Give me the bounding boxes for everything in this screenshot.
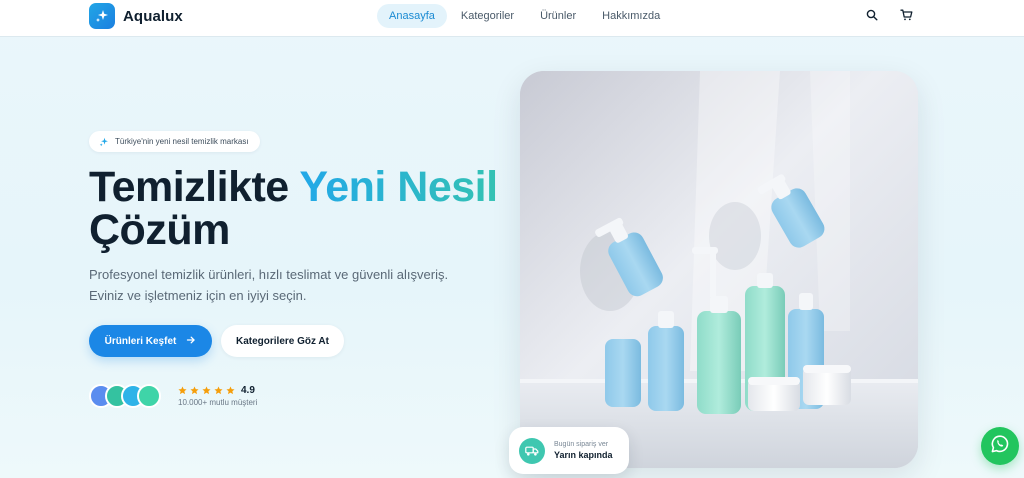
- hero-product-image: [520, 71, 918, 468]
- headline-highlight: Yeni Nesil: [299, 163, 498, 211]
- social-proof: 4.9 10.000+ mutlu müşteri: [89, 383, 257, 409]
- truck-icon: [519, 437, 545, 464]
- headline-part-2: Çözüm: [89, 206, 230, 254]
- subtitle-line-1: Profesyonel temizlik ürünleri, hızlı tes…: [89, 267, 449, 282]
- hero-subtitle: Profesyonel temizlik ürünleri, hızlı tes…: [89, 264, 489, 306]
- nav-item-hakkimizda[interactable]: Hakkımızda: [590, 4, 672, 28]
- rating-stars: [178, 386, 235, 395]
- hero-badge: Türkiye'nin yeni nesil temizlik markası: [89, 131, 260, 152]
- delivery-label: Bugün sipariş ver: [554, 441, 609, 448]
- star-icon: [202, 386, 211, 395]
- main-nav: Anasayfa Kategoriler Ürünler Hakkımızda: [377, 4, 672, 28]
- delivery-text: Bugün sipariş ver Yarın kapında: [554, 441, 613, 460]
- avatar: [137, 384, 161, 408]
- nav-item-anasayfa[interactable]: Anasayfa: [377, 4, 447, 28]
- headline-part-1: Temizlikte: [89, 163, 300, 211]
- explore-products-button[interactable]: Ürünleri Keşfet: [89, 325, 212, 357]
- sparkle-icon: [99, 132, 109, 151]
- star-icon: [178, 386, 187, 395]
- star-icon: [214, 386, 223, 395]
- brand-name: Aqualux: [123, 7, 183, 25]
- whatsapp-icon: [990, 434, 1010, 458]
- search-icon[interactable]: [864, 7, 880, 23]
- site-header: Aqualux Anasayfa Kategoriler Ürünler Hak…: [0, 0, 1024, 36]
- header-actions: [864, 7, 914, 23]
- hero-headline: Temizlikte Yeni Nesil Çözüm: [89, 166, 498, 252]
- cart-icon[interactable]: [898, 7, 914, 23]
- rating-block: 4.9 10.000+ mutlu müşteri: [178, 385, 257, 407]
- nav-item-urunler[interactable]: Ürünler: [528, 4, 588, 28]
- nav-item-kategoriler[interactable]: Kategoriler: [449, 4, 526, 28]
- delivery-card: Bugün sipariş ver Yarın kapında: [509, 427, 629, 474]
- customer-count: 10.000+ mutlu müşteri: [178, 398, 258, 407]
- hero-badge-text: Türkiye'nin yeni nesil temizlik markası: [115, 137, 249, 146]
- rating-value: 4.9: [241, 385, 255, 396]
- customer-avatars: [89, 384, 161, 408]
- delivery-value: Yarın kapında: [554, 450, 613, 460]
- explore-products-label: Ürünleri Keşfet: [104, 335, 177, 347]
- brand-logo[interactable]: Aqualux: [89, 3, 183, 29]
- subtitle-line-2: Eviniz ve işletmeniz için en iyiyi seçin…: [89, 288, 307, 303]
- star-icon: [190, 386, 199, 395]
- whatsapp-button[interactable]: [981, 427, 1019, 465]
- browse-categories-button[interactable]: Kategorilere Göz At: [221, 325, 344, 357]
- rating-row: 4.9: [178, 385, 257, 396]
- star-icon: [226, 386, 235, 395]
- sparkle-logo-icon: [89, 3, 115, 29]
- arrow-right-icon: [186, 335, 196, 348]
